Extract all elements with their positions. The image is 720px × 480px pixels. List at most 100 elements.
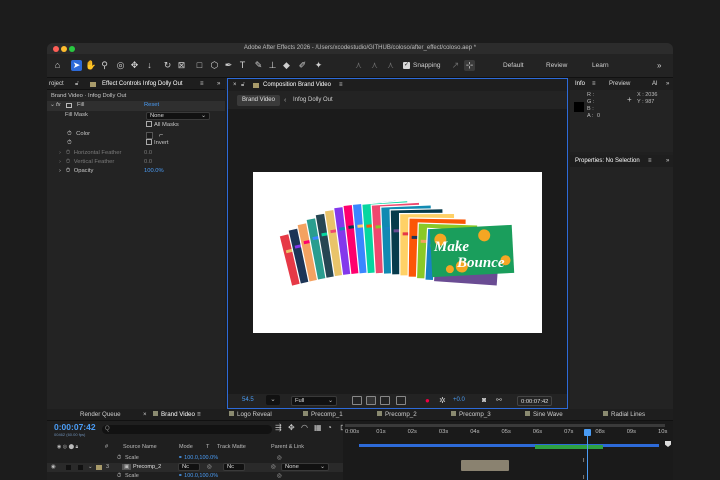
chevron-right-icon[interactable]: › [59,159,61,165]
lock-icon[interactable]: 🔓︎ [75,78,79,90]
grid-guides-icon[interactable] [396,396,406,405]
panel-overflow-icon[interactable]: » [666,155,669,167]
orbit-tool-icon[interactable]: ◎ [115,60,126,71]
composition-viewer[interactable]: Make Bounce [228,109,567,394]
expand-chevron-icon[interactable]: ⌄ [50,101,55,111]
puppet-tool-icon[interactable]: ✦ [313,60,324,71]
pen-tool-icon[interactable]: ✒ [223,60,234,71]
panel-overflow-icon[interactable]: » [217,78,220,90]
axis-world-icon[interactable]: ⋏ [369,60,380,71]
invert-checkbox[interactable]: Invert [146,139,169,149]
region-of-interest-icon[interactable] [366,396,376,405]
work-area-end-icon[interactable] [665,441,671,447]
timeline-tab-precomp-3[interactable]: Precomp_3 [451,409,491,421]
keyframe-icon[interactable]: I [583,458,585,464]
stopwatch-icon[interactable]: ⏱︎ [67,131,72,137]
close-tab-icon[interactable]: × [233,79,237,91]
rectangle-tool-icon[interactable]: □ [194,60,205,71]
pan-tool-icon[interactable]: ✥ [129,60,140,71]
playhead[interactable] [587,430,588,480]
work-area-bar[interactable] [345,424,665,427]
hand-tool-icon[interactable]: ✋ [85,60,96,71]
roto-brush-tool-icon[interactable]: ✐ [297,60,308,71]
eraser-tool-icon[interactable]: ◆ [281,60,292,71]
column-mode[interactable]: Mode [179,444,193,450]
color-swatch[interactable] [146,132,153,139]
timeline-tab-sine-wave[interactable]: Sine Wave [525,409,563,421]
all-masks-checkbox[interactable]: All Masks [146,121,179,131]
snap-feature-icon[interactable]: ↗ [450,60,461,71]
chevron-right-icon[interactable]: › [59,168,61,174]
timeline-search-input[interactable]: Q [102,425,272,434]
home-icon[interactable]: ⌂ [52,60,63,71]
layer-row-precomp-2[interactable]: ◉ ⌄ 3 ▣ Precomp_2 Nc ◎ Nc ◎ None ⌄ [47,463,357,472]
track-matte-dropdown[interactable]: Nc [223,463,245,471]
lock-icon[interactable]: 🔓︎ [241,79,245,91]
stopwatch-icon[interactable]: ⏱︎ [66,159,71,165]
playhead-handle[interactable] [584,429,591,436]
workspace-default[interactable]: Default [503,60,524,72]
column-parent-link[interactable]: Parent & Link [271,444,304,450]
transparency-grid-icon[interactable] [352,396,362,405]
timeline-tab-precomp-2[interactable]: Precomp_2 [377,409,417,421]
draft-3d-icon[interactable]: ✥ [288,423,295,432]
layer-bar-precomp-2[interactable] [461,460,509,471]
layer-source-name[interactable]: Precomp_2 [133,464,161,470]
invert-stopwatch-icon[interactable]: ⏱︎ [67,139,72,149]
panel-menu-icon[interactable]: ≡ [200,78,204,90]
timeline-tab-brand-video[interactable]: Brand Video [153,409,195,421]
panel-menu-icon[interactable]: ≡ [339,79,343,91]
zoom-tool-icon[interactable]: ⚲ [99,60,110,71]
project-tab[interactable]: roject [49,78,64,90]
breadcrumb-next[interactable]: Infog Dolly Out [293,95,333,106]
composition-tab[interactable]: Composition Brand Video [263,79,331,91]
align-tab[interactable]: Al [652,78,657,90]
pickwhip-icon[interactable]: ◎ [277,473,282,479]
solo-toggle[interactable] [66,465,71,470]
timeline-timecode[interactable]: 0:00:07:42 [54,422,96,432]
pan-behind-tool-icon[interactable]: ⊠ [176,60,187,71]
snapping-checkbox[interactable]: ✓ [403,62,410,69]
time-ruler[interactable]: 0:00s 01s 02s 03s 04s 05s 06s 07s 08s 09s 10s [343,429,673,438]
resolution-dropdown[interactable]: Full ⌄ [291,396,337,406]
close-tab-icon[interactable]: × [143,409,147,421]
viewer-timecode[interactable]: 0:00:07:42 [517,396,553,406]
timeline-tab-radial-lines[interactable]: Radial Lines [603,409,645,421]
parent-dropdown[interactable]: None ⌄ [281,463,329,471]
keyframe-icon[interactable]: I [583,475,585,480]
layer-prop-value[interactable]: ⚭ 100.0,100.0% [178,473,218,479]
breadcrumb-active[interactable]: Brand Video [237,95,280,106]
layer-bar-green[interactable] [535,445,603,449]
zoom-window-button[interactable] [69,45,75,52]
layer-prop-value[interactable]: ⚭ 100.0,100.0% [178,455,218,461]
frame-blending-icon[interactable]: ▦ [314,423,322,432]
time-graph[interactable]: 0:00s 01s 02s 03s 04s 05s 06s 07s 08s 09s 10s I I [343,421,673,480]
pickwhip-icon[interactable]: ◎ [277,455,282,461]
3d-box-icon[interactable]: ⬡ [209,60,220,71]
preview-tab[interactable]: Preview [609,78,630,90]
axis-local-icon[interactable]: ⋏ [353,60,364,71]
composition-canvas[interactable]: Make Bounce [253,172,542,333]
workspace-learn[interactable]: Learn [592,60,609,72]
stopwatch-icon[interactable]: ⏱︎ [66,150,71,156]
stopwatch-icon[interactable]: ⏱︎ [117,473,121,480]
exposure-gear-icon[interactable]: ✲ [439,396,446,405]
render-queue-tab[interactable]: Render Queue [80,409,121,421]
workspace-overflow-icon[interactable]: » [657,60,661,72]
eyedropper-icon[interactable]: ⌐ [159,132,163,139]
column-source-name[interactable]: Source Name [123,444,157,450]
motion-blur-icon[interactable]: ◔ [327,423,332,432]
workspace-review[interactable]: Review [546,60,567,72]
opacity-row[interactable]: › ⏱︎ Opacity [59,167,93,177]
visibility-eye-icon[interactable]: ◉ [51,464,56,470]
timeline-tab-precomp-1[interactable]: Precomp_1 [303,409,343,421]
brush-tool-icon[interactable]: ✎ [253,60,264,71]
fx-icon[interactable]: fx [56,101,61,111]
fill-mask-dropdown[interactable]: None ⌄ [146,112,210,120]
clone-stamp-tool-icon[interactable]: ⊥ [267,60,278,71]
effect-fill-row[interactable]: ⌄ fx Fill Reset [47,101,225,111]
panel-menu-icon[interactable]: ≡ [648,155,652,167]
expand-chevron-icon[interactable]: ⌄ [88,464,93,470]
color-channel-icon[interactable]: ● [425,396,430,405]
properties-tab[interactable]: Properties: No Selection [575,155,640,167]
